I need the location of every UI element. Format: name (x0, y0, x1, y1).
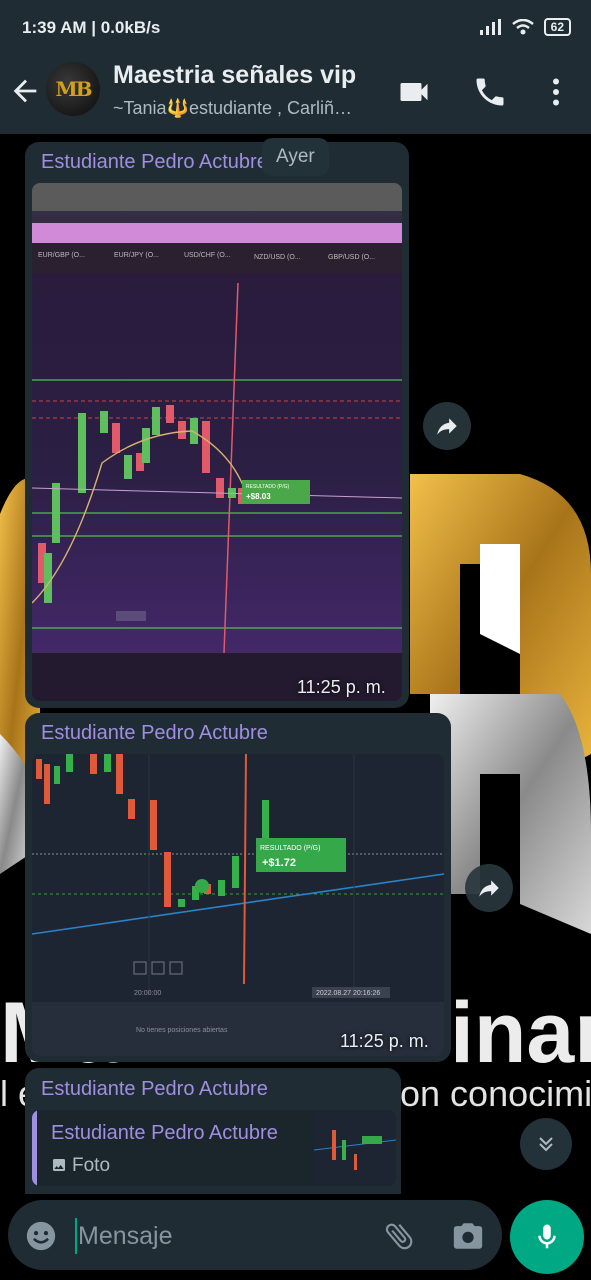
status-time: 1:39 AM | 0.0kB/s (22, 18, 161, 37)
emoji-icon[interactable] (24, 1219, 58, 1253)
message-time: 11:25 p. m. (297, 677, 386, 697)
forward-icon (479, 880, 499, 897)
wifi-icon (511, 19, 534, 35)
phone-icon[interactable] (472, 74, 508, 110)
video-call-icon[interactable] (396, 74, 432, 110)
positions-footer: No tienes posiciones abiertas (136, 1027, 228, 1034)
message-time: 11:25 p. m. (340, 1031, 429, 1051)
tab-label: GBP/USD (O... (328, 254, 375, 261)
double-chevron-down-icon (539, 1137, 553, 1152)
result-label: RESULTADO (P/G) (260, 845, 320, 852)
forward-button[interactable] (423, 402, 471, 450)
photo-icon (53, 1159, 65, 1171)
trading-chart-photo-1: EUR/GBP (O... EUR/JPY (O... USD/CHF (O..… (32, 183, 402, 701)
message-photo-1[interactable]: EUR/GBP (O... EUR/JPY (O... USD/CHF (O..… (32, 183, 402, 701)
message-input[interactable]: Mensaje (78, 1222, 173, 1251)
more-options-icon[interactable] (538, 74, 574, 110)
reply-type: Foto (72, 1155, 111, 1176)
date-separator: Ayer (262, 138, 329, 176)
message-sender: Estudiante Pedro Actubre (41, 722, 268, 744)
time-label: 2022.08.27 20:16:26 (316, 990, 380, 997)
back-arrow-icon[interactable] (8, 74, 42, 108)
trading-chart-photo-2: RESULTADO (P/G) +$1.72 20:00:00 2022.08.… (32, 754, 444, 1056)
message-sender: Estudiante Pedro Actubre (41, 151, 268, 173)
reply-sender: Estudiante Pedro Actubre (51, 1122, 278, 1144)
voice-message-button[interactable] (510, 1200, 584, 1274)
signal-icon (479, 19, 501, 35)
reply-accent-bar (32, 1110, 37, 1186)
result-value: +$1.72 (262, 857, 296, 869)
forward-icon (437, 418, 457, 435)
battery-indicator: 62 (543, 18, 571, 36)
tab-label: EUR/JPY (O... (114, 252, 159, 259)
attach-icon[interactable] (382, 1219, 416, 1253)
scroll-to-bottom-button[interactable] (520, 1118, 572, 1170)
time-label: 20:00:00 (134, 990, 161, 997)
tab-label: NZD/USD (O... (254, 254, 301, 261)
wallpaper-subtext-right: on conocimie (400, 1073, 591, 1114)
avatar-logo: MB (55, 77, 92, 101)
wallpaper-text-right: inar (450, 985, 591, 1081)
reply-quote[interactable]: Estudiante Pedro Actubre Foto (32, 1110, 396, 1186)
chat-title[interactable]: Maestria señales vip (113, 61, 356, 90)
result-label: RESULTADO (P/G) (246, 484, 289, 490)
microphone-icon (538, 1224, 556, 1249)
forward-button[interactable] (465, 864, 513, 912)
camera-icon[interactable] (451, 1219, 485, 1253)
result-value: +$8.03 (246, 492, 271, 501)
message-photo-2[interactable]: RESULTADO (P/G) +$1.72 20:00:00 2022.08.… (32, 754, 444, 1056)
status-icons: 62 (479, 18, 571, 36)
tab-label: EUR/GBP (O... (38, 252, 85, 259)
text-caret (75, 1218, 77, 1254)
group-avatar[interactable]: MB (46, 62, 100, 116)
tab-label: USD/CHF (O... (184, 252, 231, 259)
chat-participants[interactable]: ~Tania🔱estudiante , Carliñ… (113, 98, 383, 119)
reply-thumbnail (314, 1110, 396, 1186)
message-sender: Estudiante Pedro Actubre (41, 1078, 268, 1100)
